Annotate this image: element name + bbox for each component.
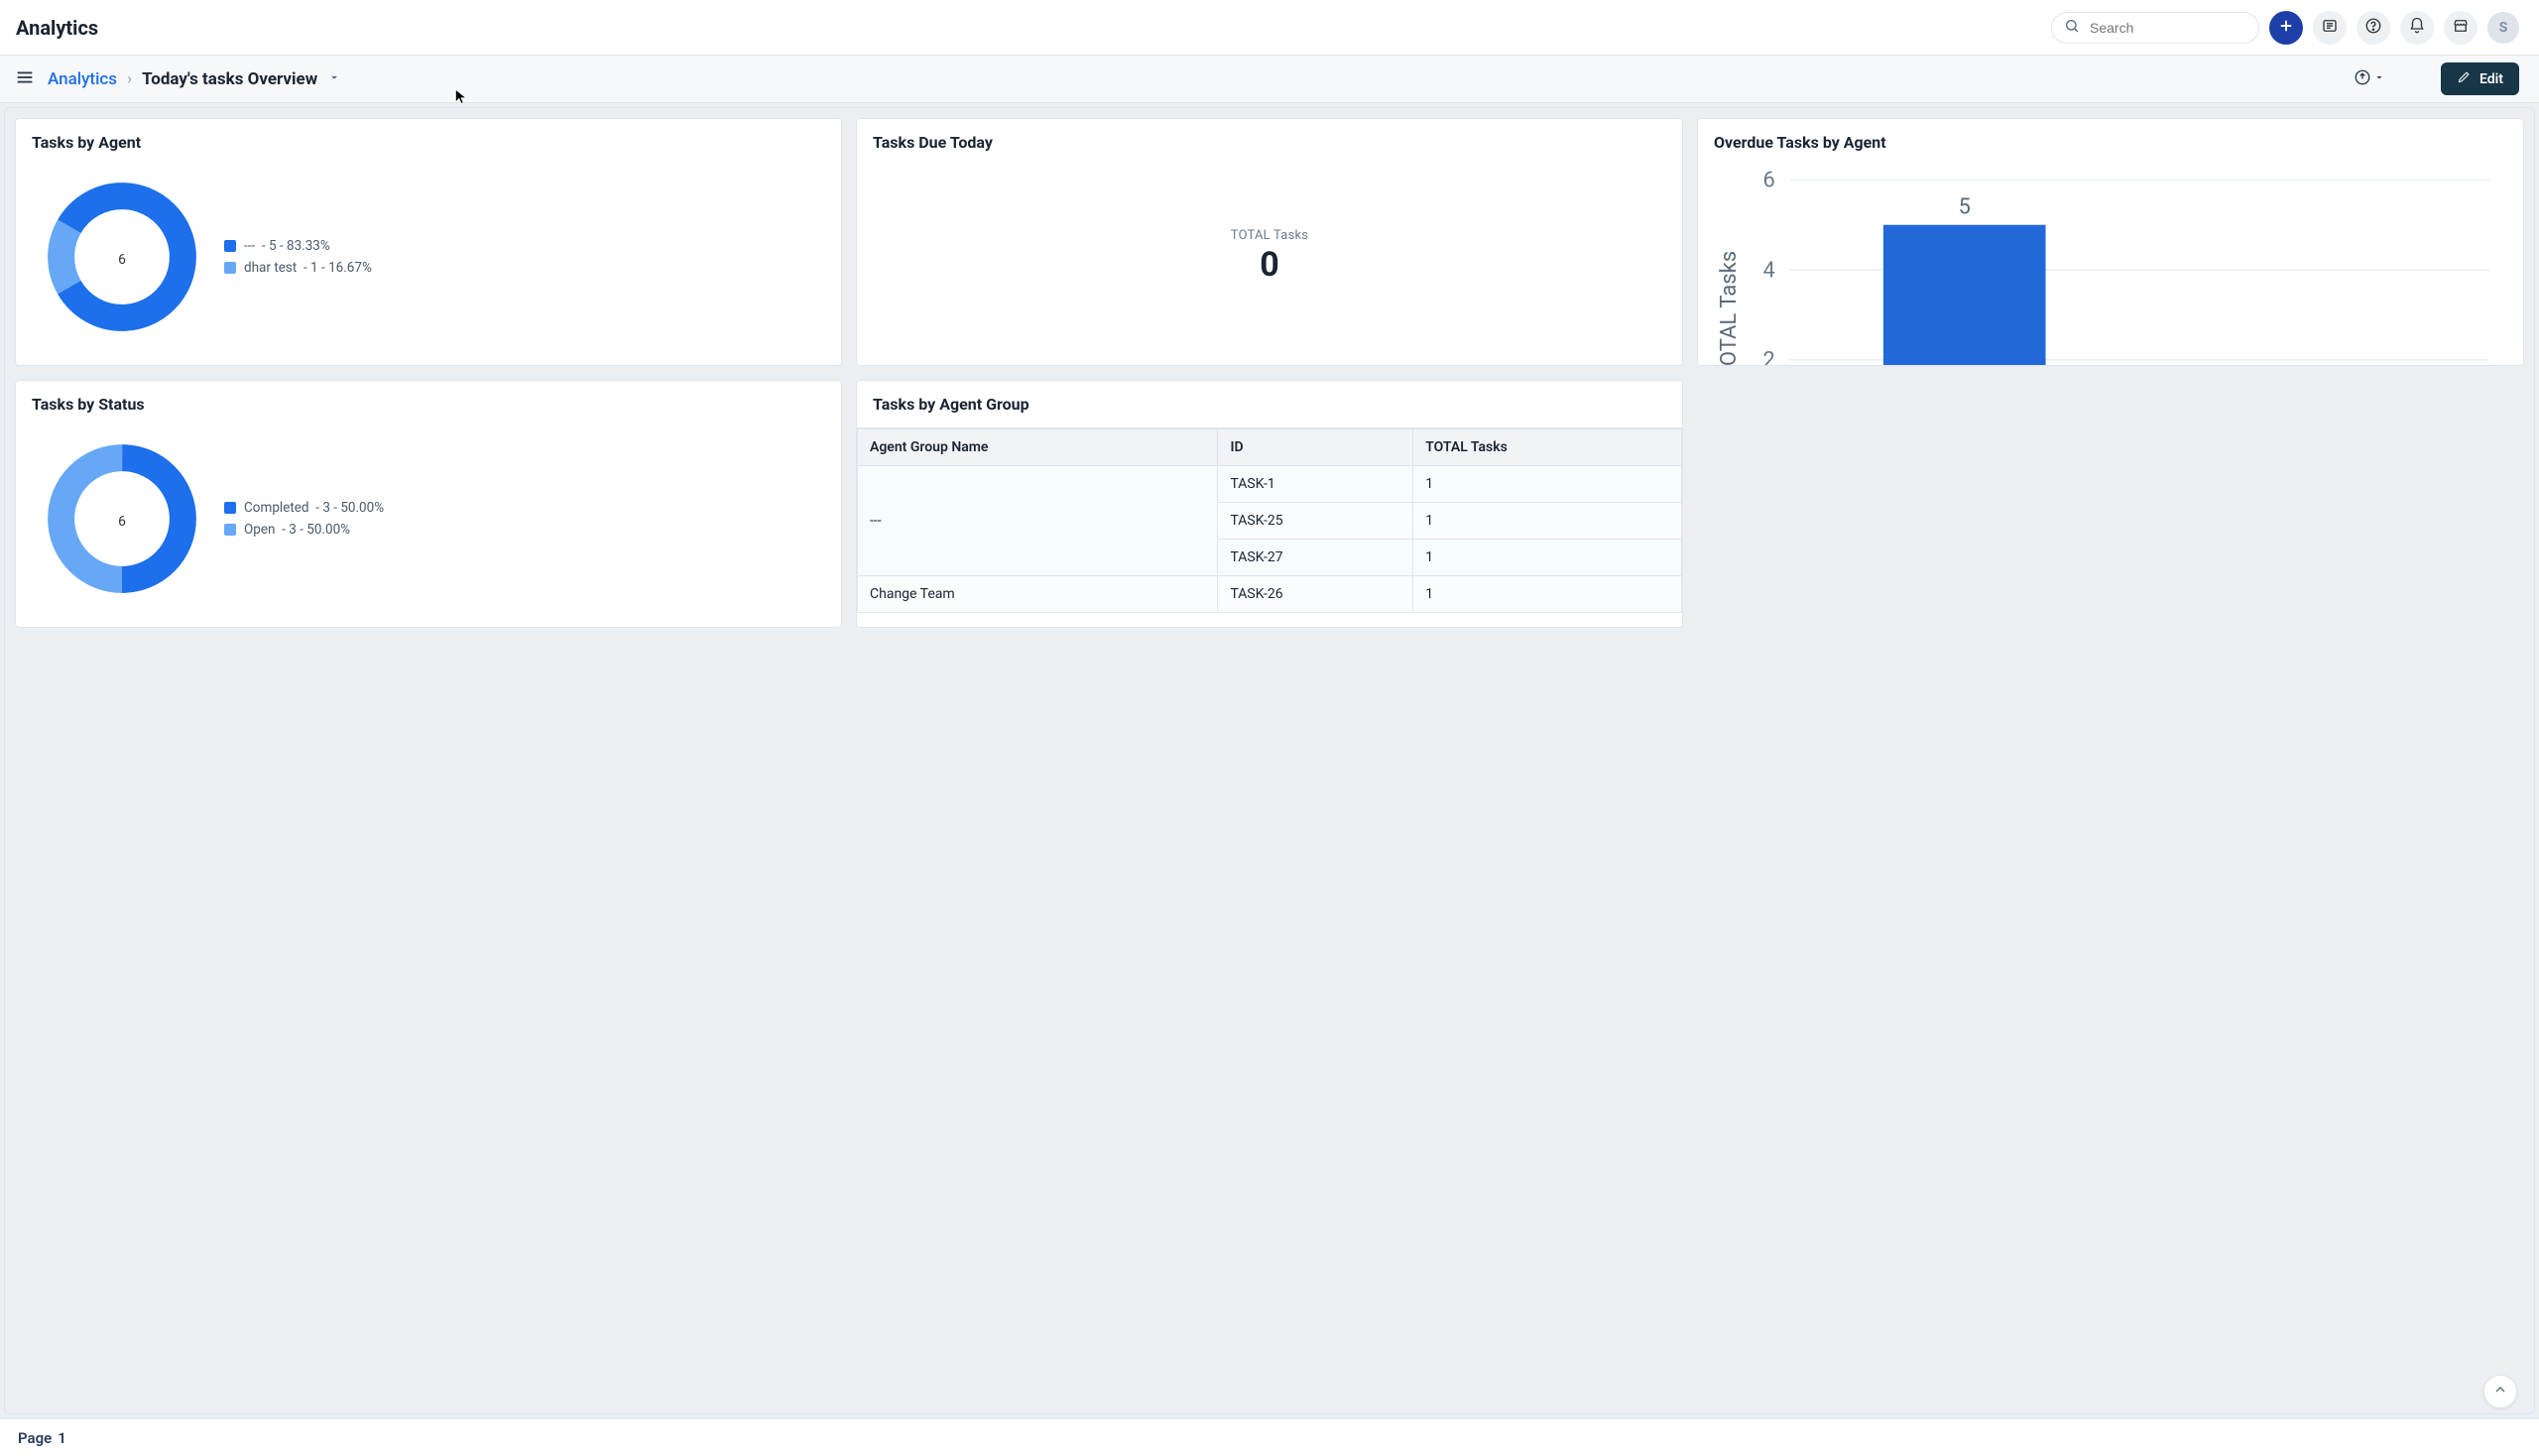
col-id[interactable]: ID: [1218, 429, 1413, 466]
cell-group: Change Team: [858, 576, 1218, 613]
info-button[interactable]: [2278, 69, 2298, 89]
donut-chart: 6 --- - 5 - 83.33% dhar test - 1 - 16.67…: [32, 162, 825, 351]
agent-group-table: Agent Group Name ID TOTAL Tasks --- TASK…: [857, 428, 1682, 613]
dashboard-canvas: Tasks by Agent 6 --- - 5 - 83.33% dhar t…: [4, 107, 2535, 1414]
svg-text:6: 6: [118, 251, 126, 267]
page-toolbar: Analytics › Today's tasks Overview Edit: [0, 56, 2539, 103]
user-avatar[interactable]: S: [2487, 12, 2519, 44]
cell-total: 1: [1413, 466, 1682, 503]
legend-label: Open - 3 - 50.00%: [244, 522, 350, 538]
chevron-right-icon: ›: [127, 69, 132, 89]
page-number: 1: [58, 1429, 66, 1447]
svg-text:6: 6: [118, 513, 126, 529]
page-label: Page: [18, 1429, 52, 1447]
app-header: Analytics S: [0, 0, 2539, 56]
apps-marketplace-button[interactable]: [2444, 11, 2478, 45]
cell-id: TASK-27: [1218, 540, 1413, 576]
legend-item[interactable]: Open - 3 - 50.00%: [224, 522, 384, 538]
legend-label: Completed - 3 - 50.00%: [244, 500, 384, 516]
legend-item[interactable]: --- - 5 - 83.33%: [224, 238, 372, 254]
legend-swatch: [224, 524, 236, 536]
svg-text:6: 6: [1763, 169, 1775, 193]
breadcrumb: Analytics › Today's tasks Overview: [48, 69, 341, 89]
panel-title: Tasks by Agent: [32, 133, 825, 152]
legend-item[interactable]: Completed - 3 - 50.00%: [224, 500, 384, 516]
cell-id: TASK-25: [1218, 503, 1413, 540]
search-input-wrap[interactable]: [2051, 12, 2259, 44]
chevron-down-icon: [2373, 71, 2385, 87]
ticket-list-icon: [2321, 17, 2339, 39]
panel-tasks-by-status[interactable]: Tasks by Status 6 Completed - 3 - 50.00%…: [15, 380, 842, 628]
panel-title: Overdue Tasks by Agent: [1714, 133, 2507, 152]
menu-icon: [14, 76, 36, 92]
breadcrumb-root-link[interactable]: Analytics: [48, 69, 117, 89]
search-input[interactable]: [2088, 19, 2246, 37]
legend-label: --- - 5 - 83.33%: [244, 238, 330, 254]
bell-icon: [2408, 17, 2426, 39]
svg-text:4: 4: [1763, 258, 1775, 283]
legend-label: dhar test - 1 - 16.67%: [244, 260, 372, 276]
agent-group-table-wrap: Agent Group Name ID TOTAL Tasks --- TASK…: [857, 427, 1682, 613]
kpi-label: TOTAL Tasks: [1231, 228, 1308, 243]
svg-text:2: 2: [1763, 348, 1775, 366]
legend-item[interactable]: dhar test - 1 - 16.67%: [224, 260, 372, 276]
legend-swatch: [224, 502, 236, 514]
notifications-button[interactable]: [2400, 11, 2434, 45]
present-button[interactable]: [2403, 69, 2423, 89]
create-button[interactable]: [2269, 11, 2303, 45]
cell-id: TASK-26: [1218, 576, 1413, 613]
donut-chart: 6 Completed - 3 - 50.00% Open - 3 - 50.0…: [32, 424, 825, 613]
search-icon: [2064, 18, 2080, 38]
legend-swatch: [224, 262, 236, 274]
help-icon: [2364, 17, 2382, 39]
panel-tasks-due-today[interactable]: Tasks Due Today TOTAL Tasks 0: [856, 118, 1683, 366]
scroll-to-top-button[interactable]: [2483, 1375, 2517, 1408]
ticket-list-button[interactable]: [2313, 11, 2347, 45]
cell-total: 1: [1413, 576, 1682, 613]
panel-title: Tasks by Agent Group: [873, 395, 1666, 414]
chevron-up-icon: [2492, 1382, 2508, 1401]
panel-title: Tasks by Status: [32, 395, 825, 414]
app-title: Analytics: [16, 16, 98, 40]
svg-text:TOTAL Tasks: TOTAL Tasks: [1717, 251, 1742, 366]
edit-button[interactable]: Edit: [2441, 62, 2519, 95]
svg-text:5: 5: [1959, 195, 1971, 220]
panel-overdue-by-agent[interactable]: Overdue Tasks by Agent 0246TOTAL Tasks5-…: [1697, 118, 2524, 366]
col-agent-group-name[interactable]: Agent Group Name: [858, 429, 1218, 466]
edit-button-label: Edit: [2479, 71, 2503, 87]
cell-total: 1: [1413, 540, 1682, 576]
export-icon: [2354, 68, 2371, 90]
cell-total: 1: [1413, 503, 1682, 540]
page-footer: Page 1: [0, 1418, 2539, 1456]
cell-group: ---: [858, 466, 1218, 576]
storefront-icon: [2452, 17, 2470, 39]
export-dropdown[interactable]: [2354, 69, 2385, 89]
panel-tasks-by-agent-group[interactable]: Tasks by Agent Group Agent Group Name ID…: [856, 380, 1683, 628]
panel-title: Tasks Due Today: [873, 133, 1666, 152]
table-row[interactable]: --- TASK-1 1: [858, 466, 1682, 503]
help-button[interactable]: [2357, 11, 2390, 45]
breadcrumb-current: Today's tasks Overview: [142, 69, 317, 89]
share-user-button[interactable]: [2316, 69, 2336, 89]
kpi-value: 0: [1260, 245, 1279, 285]
panel-tasks-by-agent[interactable]: Tasks by Agent 6 --- - 5 - 83.33% dhar t…: [15, 118, 842, 366]
cell-id: TASK-1: [1218, 466, 1413, 503]
pencil-icon: [2457, 69, 2472, 88]
kpi: TOTAL Tasks 0: [873, 162, 1666, 351]
legend-swatch: [224, 240, 236, 252]
table-header-row: Agent Group Name ID TOTAL Tasks: [858, 429, 1682, 466]
breadcrumb-dropdown[interactable]: [327, 69, 341, 89]
col-total-tasks[interactable]: TOTAL Tasks: [1413, 429, 1682, 466]
table-row[interactable]: Change Team TASK-26 1: [858, 576, 1682, 613]
plus-icon: [2277, 17, 2295, 39]
sidebar-toggle[interactable]: [14, 66, 36, 92]
